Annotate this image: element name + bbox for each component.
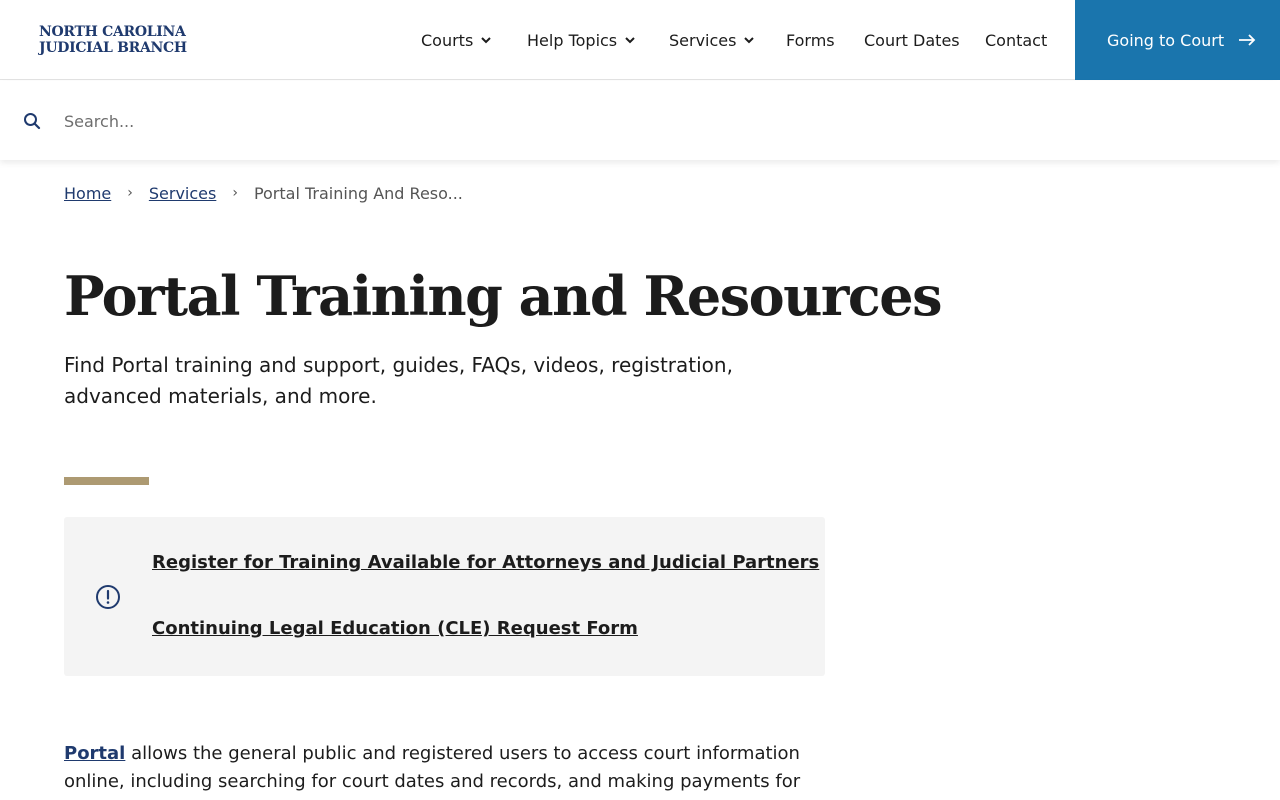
breadcrumb-home[interactable]: Home	[64, 184, 111, 203]
intro-paragraph-text: allows the general public and registered…	[64, 743, 801, 792]
breadcrumb: Home › Services › Portal Training And Re…	[64, 182, 463, 204]
nav-help-topics-label: Help Topics	[527, 30, 618, 50]
site-logo[interactable]: NORTH CAROLINA JUDICIAL BRANCH	[39, 24, 187, 56]
logo-line-1: NORTH CAROLINA	[39, 24, 186, 40]
nav-forms[interactable]: Forms	[786, 0, 835, 80]
cle-request-form-link[interactable]: Continuing Legal Education (CLE) Request…	[152, 618, 638, 639]
nav-help-topics[interactable]: Help Topics	[527, 0, 637, 80]
nav-forms-label: Forms	[786, 30, 835, 50]
search-bar	[0, 81, 1280, 160]
nav-courts[interactable]: Courts	[421, 0, 493, 80]
nav-courts-label: Courts	[421, 30, 474, 50]
going-to-court-label: Going to Court	[1107, 30, 1225, 50]
nav-court-dates-label: Court Dates	[864, 30, 960, 50]
nav-contact-label: Contact	[985, 30, 1048, 50]
nav-court-dates[interactable]: Court Dates	[864, 0, 960, 80]
going-to-court-button[interactable]: Going to Court	[1075, 0, 1280, 80]
chevron-down-icon	[481, 37, 492, 44]
breadcrumb-services[interactable]: Services	[149, 184, 216, 203]
nav-contact[interactable]: Contact	[985, 0, 1047, 80]
nav-services-label: Services	[669, 30, 737, 50]
nav-services[interactable]: Services	[669, 0, 756, 80]
logo-line-2: JUDICIAL BRANCH	[39, 40, 187, 56]
intro-paragraph: Portal allows the general public and reg…	[64, 740, 824, 796]
breadcrumb-separator-icon: ›	[232, 185, 238, 201]
site-header: NORTH CAROLINA JUDICIAL BRANCH Courts He…	[0, 0, 1280, 80]
portal-link[interactable]: Portal	[64, 743, 125, 764]
chevron-down-icon	[744, 37, 755, 44]
chevron-down-icon	[625, 37, 635, 44]
page-lede: Find Portal training and support, guides…	[64, 353, 733, 408]
search-icon[interactable]	[23, 112, 41, 130]
exclamation-circle-icon	[96, 585, 120, 609]
accent-divider	[64, 477, 149, 485]
search-input[interactable]	[64, 105, 1214, 137]
breadcrumb-separator-icon: ›	[127, 185, 133, 201]
alert-box: Register for Training Available for Atto…	[64, 517, 825, 676]
page-title: Portal Training and Resources	[64, 264, 942, 328]
register-training-link[interactable]: Register for Training Available for Atto…	[152, 552, 819, 573]
breadcrumb-current: Portal Training And Reso...	[253, 183, 463, 203]
arrow-right-icon	[1239, 34, 1256, 46]
